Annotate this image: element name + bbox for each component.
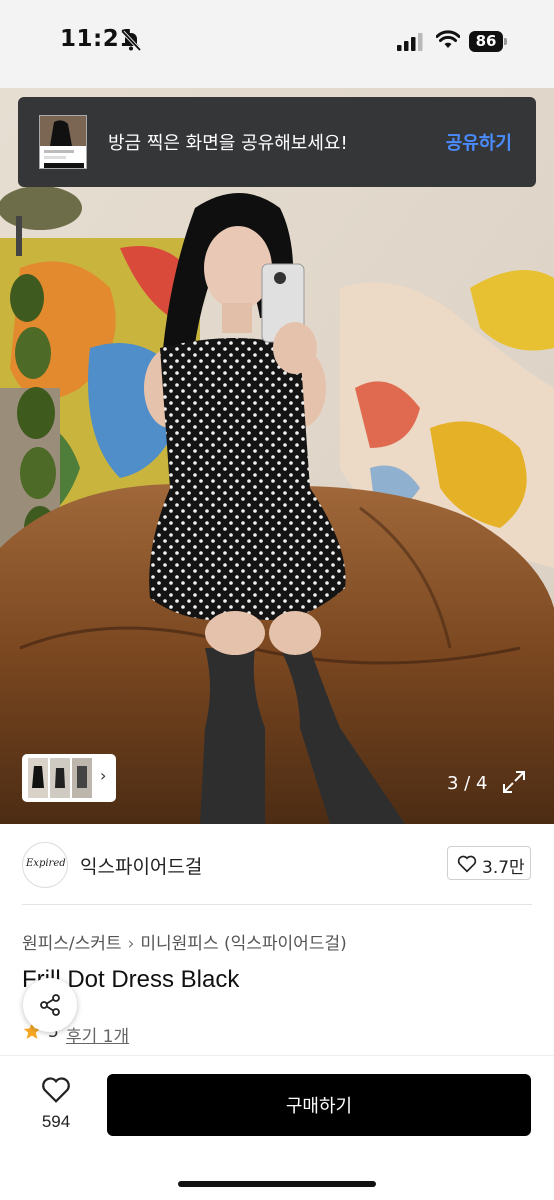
share-button[interactable] <box>23 978 77 1032</box>
thumbnail-3 <box>72 758 92 798</box>
seller-name[interactable]: 익스파이어드걸 <box>80 852 202 879</box>
product-photo <box>0 88 554 824</box>
divider <box>22 904 532 905</box>
wishlist-button[interactable]: 594 <box>30 1076 82 1136</box>
wifi-icon <box>436 30 460 48</box>
heart-icon <box>457 855 477 873</box>
signal-icon <box>397 33 423 51</box>
thumbnail-1 <box>28 758 48 798</box>
wishlist-count: 594 <box>41 1112 71 1131</box>
status-bar: 11:21 86 <box>0 0 554 88</box>
breadcrumb: 원피스/스커트 › 미니원피스 (익스파이어드걸) <box>22 929 347 954</box>
seller-logo-text: Expired girl <box>26 858 67 869</box>
heart-icon <box>42 1077 70 1103</box>
thumbnail-strip[interactable]: › <box>22 754 116 802</box>
seller-like-button[interactable]: 3.7만 <box>447 846 531 880</box>
toast-message: 방금 찍은 화면을 공유해보세요! <box>108 133 348 154</box>
image-counter: 3 / 4 <box>447 773 488 794</box>
share-icon <box>40 994 60 1016</box>
expand-icon[interactable] <box>500 768 528 796</box>
toast-screenshot-thumbnail <box>39 115 87 169</box>
share-now-button[interactable]: 공유하기 <box>446 129 512 155</box>
breadcrumb-category[interactable]: 원피스/스커트 <box>22 934 122 954</box>
chevron-right-icon: › <box>127 934 135 954</box>
battery-icon: 86 <box>469 31 509 52</box>
bell-slash-icon <box>121 30 142 52</box>
share-toast: 방금 찍은 화면을 공유해보세요! 공유하기 <box>18 97 536 187</box>
product-image[interactable] <box>0 88 554 824</box>
buy-button[interactable]: 구매하기 <box>107 1074 531 1136</box>
breadcrumb-subcategory[interactable]: 미니원피스 (익스파이어드걸) <box>140 934 346 954</box>
review-count-link[interactable]: 후기 1개 <box>66 1022 129 1047</box>
chevron-right-icon: › <box>100 766 107 785</box>
seller-avatar[interactable]: Expired girl <box>22 842 68 888</box>
thumbnail-2 <box>50 758 70 798</box>
seller-like-count: 3.7만 <box>482 858 525 878</box>
bottom-action-bar: 594 구매하기 <box>0 1055 554 1200</box>
home-indicator <box>178 1181 376 1187</box>
battery-level: 86 <box>475 32 497 50</box>
